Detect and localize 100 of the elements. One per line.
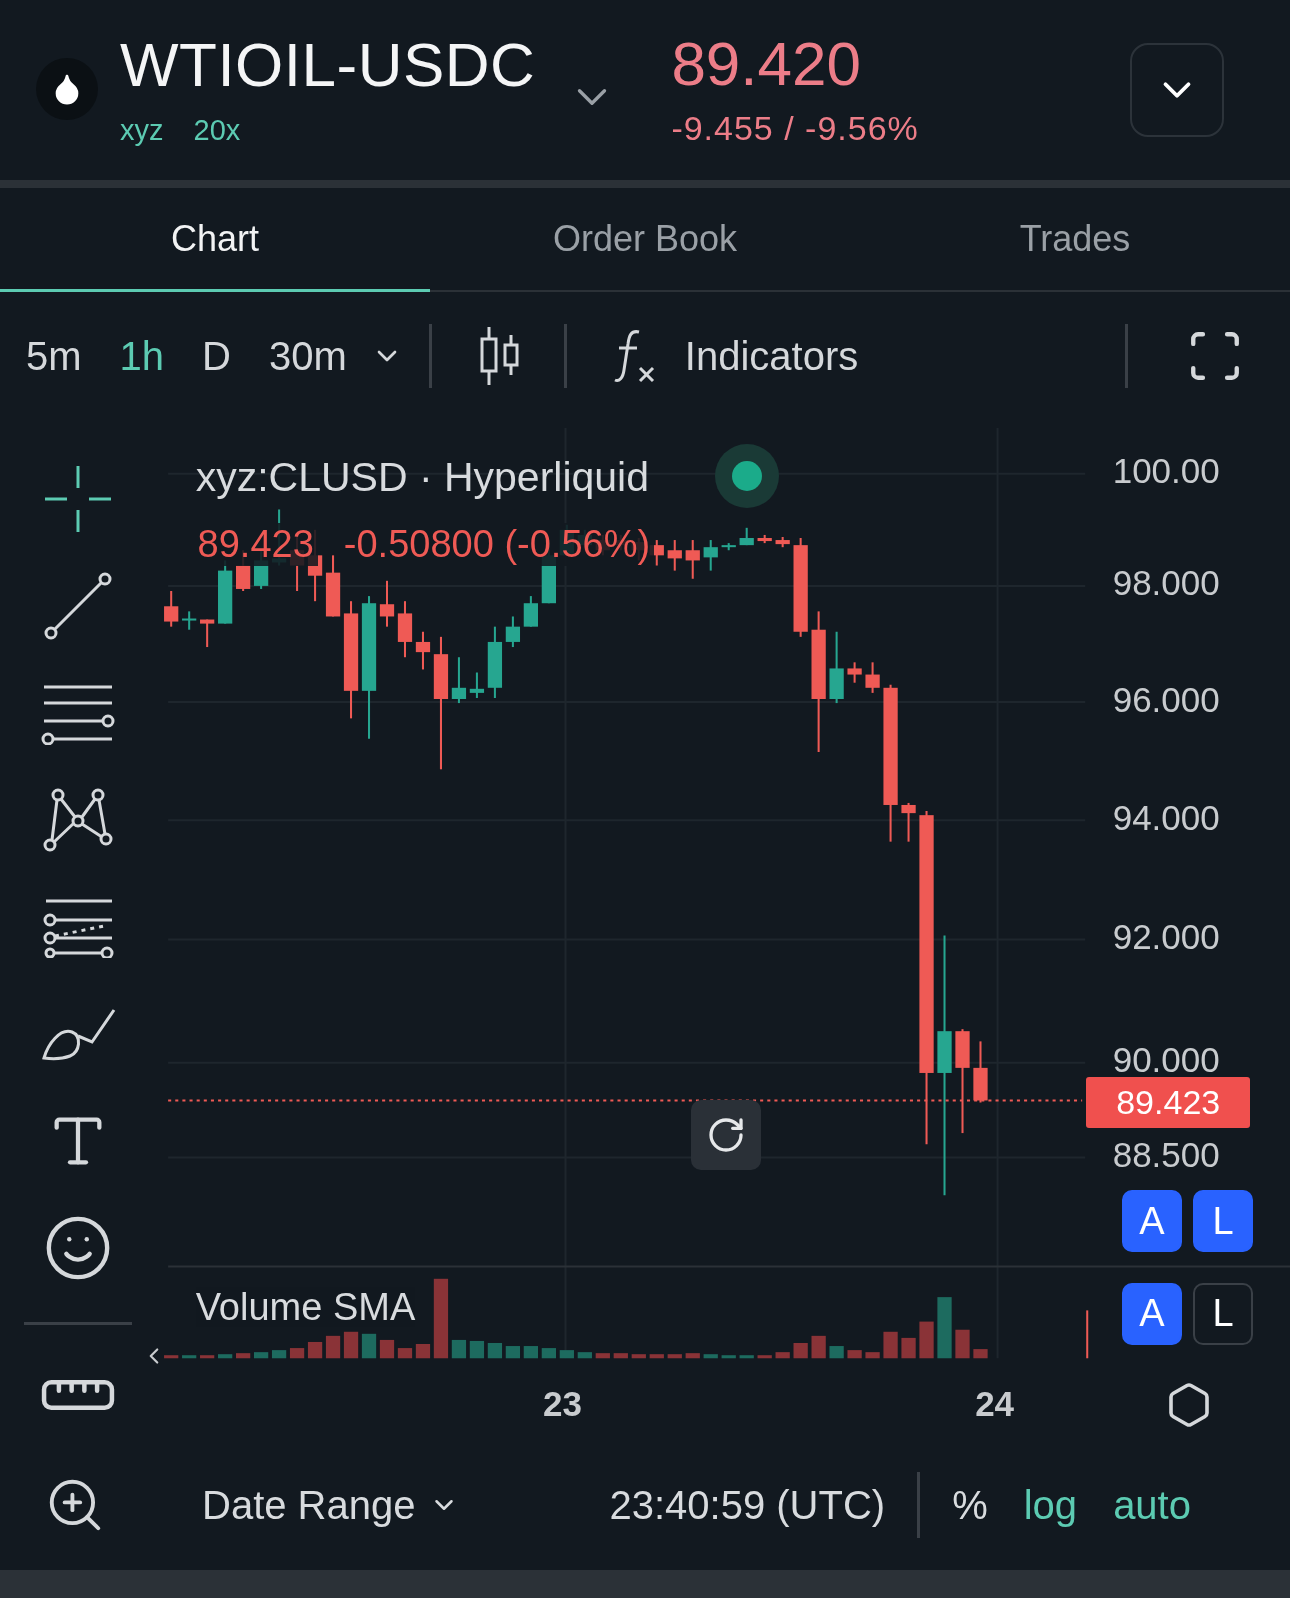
price-axis-label: 88.500 — [1112, 1135, 1220, 1176]
volume-bar — [361, 1333, 377, 1359]
candle — [847, 662, 862, 683]
volume-bar — [415, 1344, 431, 1359]
scale-option[interactable]: % — [952, 1482, 988, 1528]
market-tag: 20x — [193, 113, 241, 147]
volume-bar — [865, 1352, 880, 1359]
candle — [379, 580, 395, 627]
candle — [325, 555, 341, 617]
volume-bar — [343, 1331, 359, 1359]
volume-bar — [721, 1355, 736, 1359]
candle — [523, 596, 538, 627]
price-axis-label: 100.00 — [1112, 451, 1220, 492]
volume-bar — [937, 1297, 952, 1359]
date-range-button[interactable]: Date Range — [202, 1482, 460, 1528]
candle — [865, 662, 880, 693]
candle — [703, 540, 718, 571]
volume-bar — [164, 1355, 179, 1359]
volume-bar — [271, 1350, 287, 1359]
volume-bar — [775, 1352, 790, 1359]
scale-option[interactable]: log — [1023, 1482, 1078, 1528]
volume-bar — [883, 1331, 898, 1359]
candle — [397, 601, 413, 658]
candle — [415, 631, 431, 670]
volume-bar — [919, 1321, 934, 1359]
volume-bar — [523, 1346, 538, 1359]
volume-bar — [955, 1329, 970, 1359]
volume-bar — [973, 1349, 988, 1359]
volume-bar — [451, 1339, 467, 1359]
volume-bar — [811, 1335, 826, 1359]
candle — [505, 616, 520, 648]
volume-bar — [469, 1340, 485, 1359]
interval-option[interactable]: 1h — [119, 333, 165, 379]
candle — [739, 527, 754, 546]
volume-bar — [325, 1335, 341, 1359]
scale-button[interactable]: L — [1193, 1282, 1254, 1345]
indicators-button[interactable]: Indicators — [684, 333, 859, 379]
volume-bar — [703, 1354, 718, 1359]
scale-button[interactable]: A — [1121, 1190, 1182, 1253]
candle — [901, 802, 916, 842]
candle — [775, 537, 790, 548]
candle — [973, 1041, 988, 1103]
volume-bar — [541, 1348, 556, 1359]
symbol-legend: xyz:CLUSD · Hyperliquid — [195, 454, 650, 502]
candle — [164, 591, 179, 627]
volume-bar — [901, 1337, 916, 1359]
volume-bar — [685, 1353, 700, 1359]
volume-bar — [505, 1346, 520, 1359]
scale-button[interactable]: L — [1193, 1190, 1254, 1253]
interval-option[interactable]: 30m — [268, 333, 347, 379]
volume-bar — [218, 1354, 233, 1359]
last-price: 89.420 — [671, 32, 862, 95]
candle — [685, 540, 700, 579]
candle — [469, 672, 485, 698]
volume-bar — [200, 1355, 215, 1359]
market-tag: xyz — [120, 113, 164, 147]
utc-clock: 23:40:59 (UTC) — [609, 1482, 886, 1528]
scale-button[interactable]: A — [1121, 1282, 1182, 1345]
candle — [667, 540, 682, 571]
volume-bar — [236, 1353, 251, 1359]
volume-bar — [667, 1354, 682, 1359]
price-change: -9.455 / -9.56% — [671, 108, 919, 148]
volume-bar — [739, 1355, 754, 1359]
scale-option[interactable]: auto — [1113, 1482, 1191, 1528]
interval-option[interactable]: 5m — [26, 333, 82, 379]
candle — [182, 611, 197, 630]
last-price-badge: 89.423 — [1086, 1077, 1251, 1129]
candle — [757, 534, 772, 544]
price-axis-label: 96.000 — [1112, 679, 1220, 720]
time-axis-label: 23 — [543, 1383, 583, 1424]
price-axis-label: 94.000 — [1112, 797, 1220, 838]
volume-bar — [307, 1341, 323, 1359]
volume-bar — [577, 1352, 592, 1359]
tab[interactable]: Chart — [0, 188, 430, 292]
volume-bar — [631, 1354, 646, 1359]
volume-bar — [847, 1350, 862, 1359]
volume-bar — [397, 1348, 413, 1359]
volume-bar — [182, 1355, 197, 1359]
volume-bar — [829, 1346, 844, 1359]
volume-bar — [649, 1354, 664, 1359]
price-axis-label: 98.000 — [1112, 563, 1220, 604]
interval-option[interactable]: D — [202, 333, 231, 379]
tab[interactable]: Order Book — [430, 188, 860, 292]
candle — [721, 543, 736, 551]
candle — [487, 626, 503, 698]
volume-bar — [379, 1339, 395, 1359]
volume-bar — [289, 1348, 305, 1359]
candle — [451, 657, 467, 704]
volume-bar — [487, 1343, 503, 1359]
volume-bar — [559, 1350, 574, 1359]
tab[interactable]: Trades — [860, 188, 1290, 292]
function-icon[interactable] — [612, 328, 657, 384]
volume-marker — [1086, 1310, 1089, 1359]
time-axis-label: 24 — [975, 1383, 1015, 1424]
reset-button[interactable] — [690, 1100, 761, 1171]
volume-bar — [613, 1353, 628, 1359]
market-symbol: WTIOIL-USDC — [120, 33, 536, 96]
volume-bar — [254, 1352, 269, 1359]
candle — [200, 619, 215, 648]
volume-bar — [793, 1343, 808, 1359]
